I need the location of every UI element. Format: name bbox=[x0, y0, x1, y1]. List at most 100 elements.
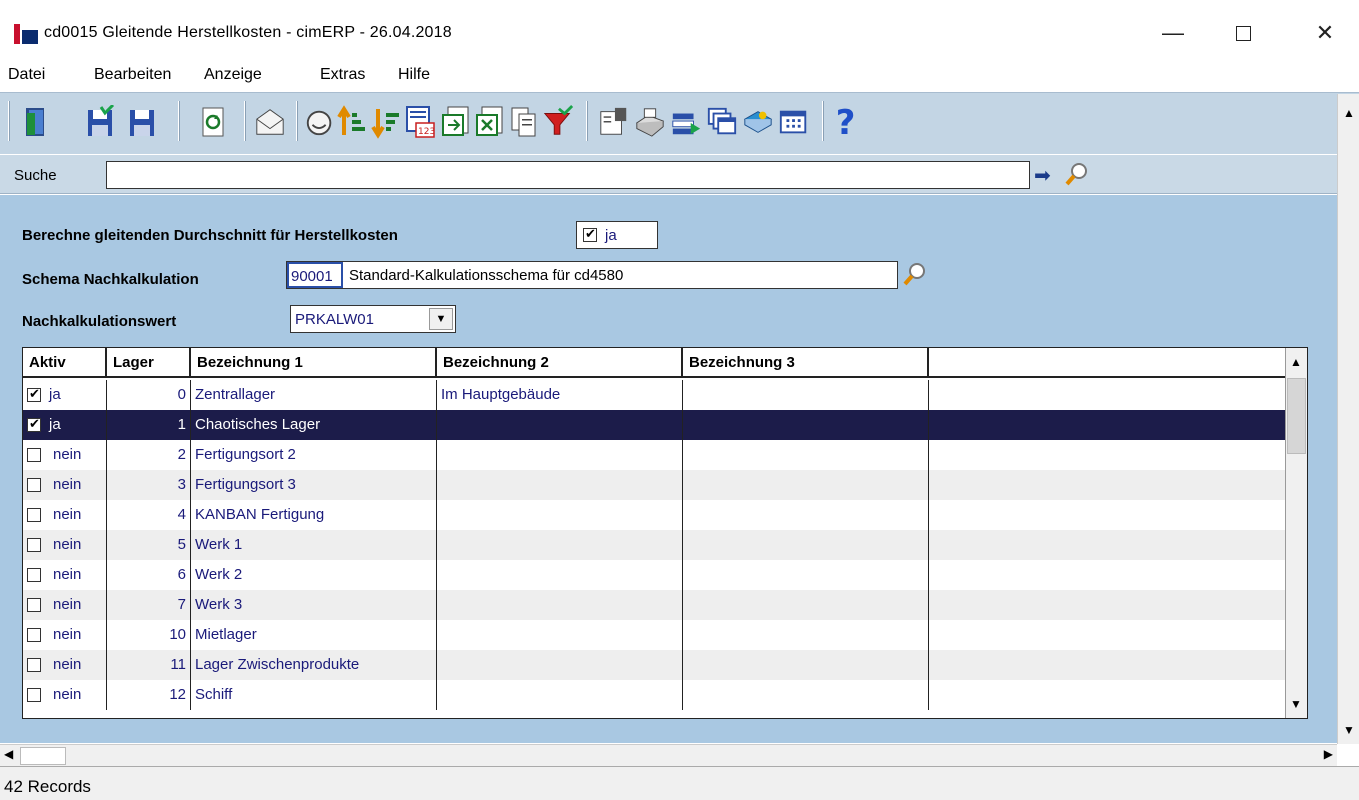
export-icon[interactable] bbox=[440, 103, 472, 141]
table-row[interactable]: nein 3 Fertigungsort 3 bbox=[23, 470, 1285, 500]
cell-aktiv[interactable]: nein bbox=[23, 440, 107, 470]
chevron-down-icon[interactable]: ▼ bbox=[429, 308, 453, 330]
cell-bezeichnung-1[interactable]: Werk 3 bbox=[191, 590, 437, 620]
filter-icon[interactable] bbox=[542, 103, 574, 141]
scroll-up-icon[interactable]: ▲ bbox=[1286, 350, 1306, 374]
cell-lager[interactable]: 4 bbox=[107, 500, 191, 530]
checkbox-icon[interactable] bbox=[27, 386, 41, 402]
cell-bezeichnung-1[interactable]: Fertigungsort 2 bbox=[191, 440, 437, 470]
cell-bezeichnung-3[interactable] bbox=[683, 650, 929, 680]
cell-bezeichnung-1[interactable]: Fertigungsort 3 bbox=[191, 470, 437, 500]
table-vertical-scrollbar[interactable]: ▲ ▼ bbox=[1285, 348, 1307, 718]
cell-bezeichnung-1[interactable]: Lager Zwischenprodukte bbox=[191, 650, 437, 680]
copy-icon[interactable] bbox=[508, 103, 540, 141]
checkbox-icon[interactable] bbox=[27, 688, 41, 702]
cell-aktiv[interactable]: nein bbox=[23, 560, 107, 590]
cell-bezeichnung-2[interactable] bbox=[437, 650, 683, 680]
cell-bezeichnung-1[interactable]: Chaotisches Lager bbox=[191, 410, 437, 440]
column-header-bezeichnung-2[interactable]: Bezeichnung 2 bbox=[437, 348, 683, 378]
scroll-thumb[interactable] bbox=[1287, 378, 1306, 454]
cell-bezeichnung-3[interactable] bbox=[683, 620, 929, 650]
cell-bezeichnung-1[interactable]: KANBAN Fertigung bbox=[191, 500, 437, 530]
cell-bezeichnung-3[interactable] bbox=[683, 590, 929, 620]
search-go-icon[interactable]: ➡ bbox=[1034, 163, 1051, 188]
cell-lager[interactable]: 12 bbox=[107, 680, 191, 710]
gleitend-checkbox[interactable]: ja bbox=[576, 221, 658, 249]
excel-icon[interactable] bbox=[474, 103, 506, 141]
number-format-icon[interactable]: 123 bbox=[404, 103, 436, 141]
cell-bezeichnung-2[interactable] bbox=[437, 440, 683, 470]
print-list-icon[interactable] bbox=[670, 103, 702, 141]
checkbox-icon[interactable] bbox=[27, 508, 41, 522]
refresh-icon[interactable] bbox=[198, 103, 230, 141]
schema-code[interactable]: 90001 bbox=[287, 262, 343, 288]
scroll-left-icon[interactable]: ◀ bbox=[4, 747, 13, 761]
cell-bezeichnung-3[interactable] bbox=[683, 380, 929, 410]
checkbox-icon[interactable] bbox=[27, 448, 41, 462]
cell-aktiv[interactable]: nein bbox=[23, 590, 107, 620]
cell-aktiv[interactable]: ja bbox=[23, 380, 107, 410]
cell-bezeichnung-3[interactable] bbox=[683, 530, 929, 560]
scroll-right-icon[interactable]: ▶ bbox=[1324, 747, 1333, 761]
search-input[interactable] bbox=[106, 161, 1030, 189]
table-row[interactable]: nein 7 Werk 3 bbox=[23, 590, 1285, 620]
sort-descending-icon[interactable] bbox=[370, 103, 402, 141]
scroll-up-icon[interactable]: ▲ bbox=[1338, 98, 1359, 128]
cell-lager[interactable]: 2 bbox=[107, 440, 191, 470]
table-row[interactable]: nein 10 Mietlager bbox=[23, 620, 1285, 650]
cell-lager[interactable]: 11 bbox=[107, 650, 191, 680]
schema-search-icon[interactable] bbox=[902, 261, 928, 287]
cell-bezeichnung-2[interactable] bbox=[437, 410, 683, 440]
save-close-icon[interactable] bbox=[84, 103, 116, 141]
properties-icon[interactable] bbox=[598, 103, 630, 141]
search-icon[interactable] bbox=[1064, 161, 1090, 187]
cell-bezeichnung-1[interactable]: Mietlager bbox=[191, 620, 437, 650]
minimize-button[interactable]: — bbox=[1150, 14, 1196, 52]
checkbox-icon[interactable] bbox=[27, 598, 41, 612]
cell-lager[interactable]: 5 bbox=[107, 530, 191, 560]
cell-bezeichnung-1[interactable]: Schiff bbox=[191, 680, 437, 710]
cell-lager[interactable]: 6 bbox=[107, 560, 191, 590]
cell-bezeichnung-2[interactable] bbox=[437, 590, 683, 620]
cell-bezeichnung-3[interactable] bbox=[683, 440, 929, 470]
table-row[interactable]: nein 4 KANBAN Fertigung bbox=[23, 500, 1285, 530]
cell-bezeichnung-2[interactable] bbox=[437, 560, 683, 590]
cell-bezeichnung-2[interactable] bbox=[437, 620, 683, 650]
cell-bezeichnung-3[interactable] bbox=[683, 560, 929, 590]
table-row[interactable]: ja 1Chaotisches Lager bbox=[23, 410, 1285, 440]
cell-bezeichnung-2[interactable] bbox=[437, 470, 683, 500]
menu-anzeige[interactable]: Anzeige bbox=[204, 66, 262, 84]
checkbox-icon[interactable] bbox=[27, 568, 41, 582]
cell-bezeichnung-3[interactable] bbox=[683, 410, 929, 440]
cell-bezeichnung-3[interactable] bbox=[683, 500, 929, 530]
checkbox-icon[interactable] bbox=[27, 538, 41, 552]
cell-bezeichnung-1[interactable]: Werk 2 bbox=[191, 560, 437, 590]
cell-bezeichnung-1[interactable]: Werk 1 bbox=[191, 530, 437, 560]
close-button[interactable]: ✕ bbox=[1302, 14, 1348, 52]
column-header-bezeichnung-3[interactable]: Bezeichnung 3 bbox=[683, 348, 929, 378]
mail-icon[interactable] bbox=[254, 103, 286, 141]
wert-select[interactable]: PRKALW01 ▼ bbox=[290, 305, 456, 333]
print-icon[interactable] bbox=[634, 103, 666, 141]
cell-aktiv[interactable]: nein bbox=[23, 650, 107, 680]
maximize-button[interactable] bbox=[1220, 14, 1266, 52]
table-row[interactable]: nein 2 Fertigungsort 2 bbox=[23, 440, 1285, 470]
cell-aktiv[interactable]: nein bbox=[23, 500, 107, 530]
cell-bezeichnung-2[interactable] bbox=[437, 530, 683, 560]
checkbox-icon[interactable] bbox=[27, 658, 41, 672]
cell-bezeichnung-2[interactable]: Im Hauptgebäude bbox=[437, 380, 683, 410]
menu-datei[interactable]: Datei bbox=[8, 66, 45, 84]
smiley-icon[interactable] bbox=[304, 103, 336, 141]
cell-lager[interactable]: 0 bbox=[107, 380, 191, 410]
window-vertical-scrollbar[interactable]: ▲ ▼ bbox=[1337, 94, 1359, 744]
cell-bezeichnung-3[interactable] bbox=[683, 680, 929, 710]
cell-bezeichnung-3[interactable] bbox=[683, 470, 929, 500]
cell-lager[interactable]: 3 bbox=[107, 470, 191, 500]
scroll-down-icon[interactable]: ▼ bbox=[1286, 692, 1306, 716]
menu-bearbeiten[interactable]: Bearbeiten bbox=[94, 66, 171, 84]
save-icon[interactable] bbox=[126, 103, 158, 141]
cell-bezeichnung-1[interactable]: Zentrallager bbox=[191, 380, 437, 410]
table-row[interactable]: nein 6 Werk 2 bbox=[23, 560, 1285, 590]
scroll-down-icon[interactable]: ▼ bbox=[1338, 720, 1359, 740]
table-row[interactable]: nein 11 Lager Zwischenprodukte bbox=[23, 650, 1285, 680]
